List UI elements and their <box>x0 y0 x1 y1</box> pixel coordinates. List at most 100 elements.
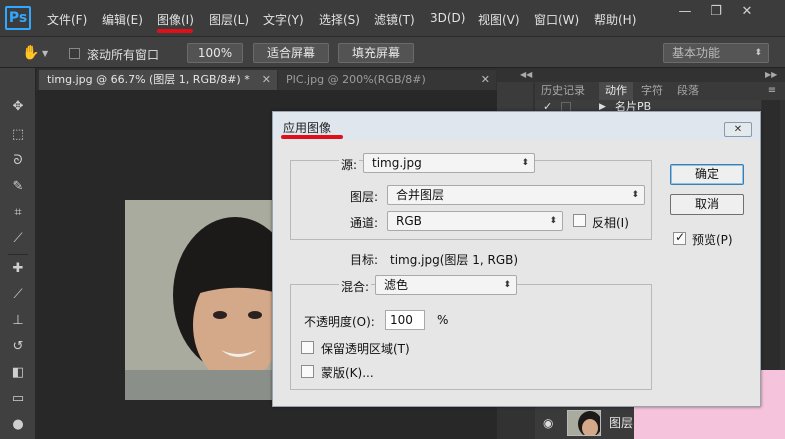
close-icon[interactable]: ✕ <box>736 4 758 20</box>
source-select[interactable]: timg.jpg ⬍ <box>363 153 535 173</box>
lasso-icon[interactable]: ᘐ <box>9 152 27 170</box>
panel-scrollbar[interactable] <box>762 100 780 400</box>
source-value: timg.jpg <box>372 156 422 170</box>
apply-image-dialog: 应用图像 ✕ 源: timg.jpg ⬍ 图层: 合并图层 ⬍ 通道: RGB … <box>272 111 761 407</box>
move-icon[interactable]: ✥ <box>9 98 27 116</box>
menu-bar: Ps 文件(F) 编辑(E) 图像(I) 图层(L) 文字(Y) 选择(S) 滤… <box>0 0 785 36</box>
workspace-select[interactable]: 基本功能 ⬍ <box>663 43 769 63</box>
menu-view[interactable]: 视图(V) <box>478 11 520 28</box>
target-value: timg.jpg(图层 1, RGB) <box>390 253 519 267</box>
tab-timg[interactable]: timg.jpg @ 66.7% (图层 1, RGB/8#) * ✕ <box>39 70 277 90</box>
collapse-icon[interactable]: ◀◀ <box>520 70 534 80</box>
menu-layer[interactable]: 图层(L) <box>209 11 249 28</box>
tool-divider <box>8 254 28 255</box>
chevron-updown-icon: ⬍ <box>754 48 762 58</box>
gradient-icon[interactable]: ▭ <box>9 390 27 408</box>
eraser-icon[interactable]: ◧ <box>9 364 27 382</box>
layer-thumbnail <box>567 410 601 436</box>
blending-select[interactable]: 滤色 ⬍ <box>375 275 517 295</box>
layer-value: 合并图层 <box>396 188 445 202</box>
blending-label: 混合: <box>339 278 372 295</box>
layer-row[interactable]: ◉ 图层 <box>535 405 635 439</box>
menu-3d[interactable]: 3D(D) <box>430 11 465 25</box>
quick-select-icon[interactable]: ✎ <box>9 178 27 196</box>
layer-select[interactable]: 合并图层 ⬍ <box>387 185 645 205</box>
menu-window[interactable]: 窗口(W) <box>534 11 579 28</box>
tool-preset-arrow-icon[interactable]: ▼ <box>42 49 48 58</box>
chevron-updown-icon: ⬍ <box>631 190 639 200</box>
scroll-all-windows-checkbox[interactable] <box>69 48 80 59</box>
blur-icon[interactable]: ● <box>9 416 27 434</box>
photoshop-logo: Ps <box>5 6 31 30</box>
panel-tabs: 历史记录 动作 字符 段落 <box>535 82 785 100</box>
blending-value: 滤色 <box>384 278 409 292</box>
preview-label: 预览(P) <box>692 233 733 247</box>
chevron-updown-icon: ⬍ <box>503 280 511 290</box>
tab-history[interactable]: 历史记录 <box>535 82 591 100</box>
fit-screen-button[interactable]: 适合屏幕 <box>253 43 329 63</box>
tab-character[interactable]: 字符 <box>635 82 669 100</box>
menu-file[interactable]: 文件(F) <box>47 11 87 28</box>
zoom-100-button[interactable]: 100% <box>187 43 243 63</box>
tools-panel: ✥ ⬚ ᘐ ✎ ⌗ ⟋ ✚ ⟋ ⊥ ↺ ◧ ▭ ● <box>0 68 36 439</box>
document-image <box>125 200 275 400</box>
channel-label: 通道: <box>350 216 379 230</box>
chevron-updown-icon: ⬍ <box>549 216 557 226</box>
opacity-input[interactable]: 100 <box>385 310 425 330</box>
dialog-titlebar: 应用图像 ✕ <box>273 112 760 140</box>
invert-checkbox[interactable] <box>573 214 586 227</box>
document-tab-bar: timg.jpg @ 66.7% (图层 1, RGB/8#) * ✕ PIC.… <box>37 68 497 90</box>
menu-edit[interactable]: 编辑(E) <box>102 11 143 28</box>
brush-icon[interactable]: ⟋ <box>9 286 27 304</box>
target-label: 目标: <box>350 253 379 267</box>
close-icon[interactable]: ✕ <box>262 70 271 90</box>
history-brush-icon[interactable]: ↺ <box>9 338 27 356</box>
layer-label: 图层: <box>350 190 379 204</box>
hand-icon[interactable]: ✋ <box>22 44 40 62</box>
tab-paragraph[interactable]: 段落 <box>671 82 705 100</box>
restore-icon[interactable]: ❐ <box>705 4 727 20</box>
healing-brush-icon[interactable]: ✚ <box>9 260 27 278</box>
minimize-icon[interactable]: — <box>674 4 696 20</box>
crop-icon[interactable]: ⌗ <box>9 204 27 222</box>
workspace-label: 基本功能 <box>672 46 721 60</box>
tab-label: timg.jpg @ 66.7% (图层 1, RGB/8#) * <box>47 73 250 86</box>
marquee-icon[interactable]: ⬚ <box>9 126 27 144</box>
tab-actions[interactable]: 动作 <box>599 82 633 100</box>
ok-button[interactable]: 确定 <box>670 164 744 185</box>
source-label: 源: <box>339 156 360 173</box>
tab-label: PIC.jpg @ 200%(RGB/8#) <box>286 73 426 86</box>
eyedropper-icon[interactable]: ⟋ <box>9 230 27 248</box>
preserve-transparency-label: 保留透明区域(T) <box>321 342 410 356</box>
mask-checkbox[interactable] <box>301 365 314 378</box>
tab-pic[interactable]: PIC.jpg @ 200%(RGB/8#) ✕ <box>278 70 496 90</box>
layer-name: 图层 <box>609 416 634 430</box>
menu-select[interactable]: 选择(S) <box>319 11 360 28</box>
opacity-label: 不透明度(O): <box>304 315 375 329</box>
menu-help[interactable]: 帮助(H) <box>594 11 636 28</box>
eye-icon[interactable]: ◉ <box>543 416 553 430</box>
chevron-updown-icon: ⬍ <box>521 158 529 168</box>
cancel-button[interactable]: 取消 <box>670 194 744 215</box>
panel-menu-icon[interactable]: ≡ <box>763 82 781 100</box>
annotation-underline <box>157 29 193 33</box>
annotation-underline <box>281 135 343 139</box>
menu-filter[interactable]: 滤镜(T) <box>374 11 415 28</box>
close-icon[interactable]: ✕ <box>481 70 490 90</box>
menu-image[interactable]: 图像(I) <box>157 11 194 28</box>
preserve-transparency-checkbox[interactable] <box>301 341 314 354</box>
scroll-all-windows-label: 滚动所有窗口 <box>87 48 160 62</box>
menu-type[interactable]: 文字(Y) <box>263 11 304 28</box>
close-button[interactable]: ✕ <box>724 122 752 137</box>
clone-stamp-icon[interactable]: ⊥ <box>9 312 27 330</box>
mask-label: 蒙版(K)... <box>321 366 374 380</box>
preview-checkbox[interactable] <box>673 230 686 245</box>
channel-value: RGB <box>396 214 422 228</box>
options-bar: ✋ ▼ 滚动所有窗口 100% 适合屏幕 填充屏幕 基本功能 ⬍ <box>0 36 785 68</box>
invert-label: 反相(I) <box>592 216 629 230</box>
expand-icon[interactable]: ▶▶ <box>765 70 779 80</box>
fill-screen-button[interactable]: 填充屏幕 <box>338 43 414 63</box>
channel-select[interactable]: RGB ⬍ <box>387 211 563 231</box>
opacity-unit: % <box>437 313 449 327</box>
dialog-title: 应用图像 <box>283 121 332 135</box>
